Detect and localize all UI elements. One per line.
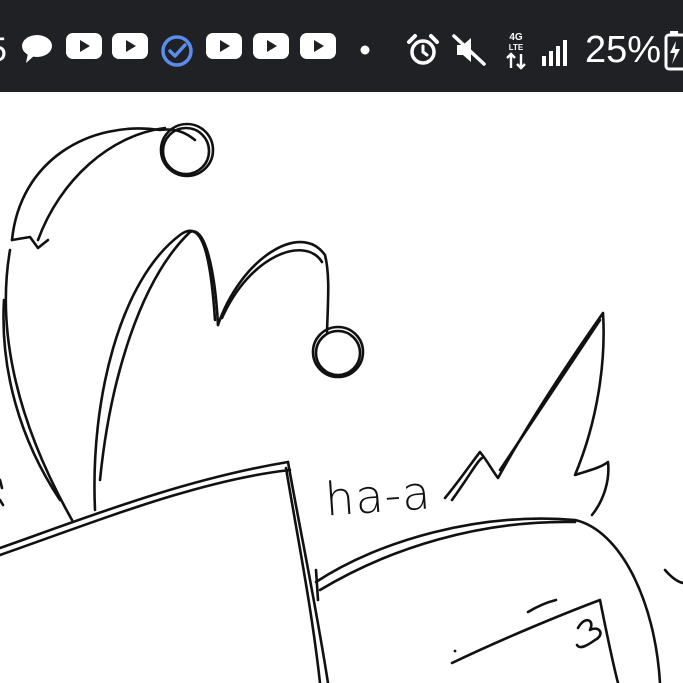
svg-text:4G: 4G bbox=[509, 32, 523, 43]
doodle-mark bbox=[575, 618, 602, 649]
chat-bubble-icon bbox=[22, 35, 52, 63]
lte-data-icon: 4G LTE bbox=[506, 32, 526, 70]
hat-left-peak-inner bbox=[36, 126, 167, 242]
hat-right-peak bbox=[216, 240, 330, 334]
hat-middle-peak bbox=[93, 229, 217, 512]
alarm-icon bbox=[407, 34, 439, 65]
status-clipped-number: 5 bbox=[0, 30, 7, 70]
hat-pom-top bbox=[159, 122, 215, 178]
svg-text:LTE: LTE bbox=[509, 43, 524, 52]
battery-charging-icon bbox=[664, 31, 683, 71]
battery-percent: 25% bbox=[585, 29, 662, 71]
sketch bbox=[0, 122, 683, 683]
youtube-icon bbox=[253, 33, 289, 59]
handwritten-text: ha-a bbox=[323, 465, 433, 527]
dot-icon bbox=[360, 45, 370, 55]
head-top bbox=[314, 517, 662, 683]
hat-pom-right bbox=[311, 325, 365, 379]
youtube-icon bbox=[66, 33, 102, 59]
youtube-icon bbox=[206, 33, 242, 59]
drawing-canvas[interactable]: ha-a bbox=[0, 92, 683, 683]
hat-left-notch bbox=[10, 235, 50, 250]
hat-left-side bbox=[4, 248, 74, 522]
youtube-icon bbox=[300, 33, 336, 59]
signal-icon bbox=[542, 40, 567, 66]
verified-check-icon bbox=[161, 35, 193, 67]
status-bar: 5 bbox=[0, 0, 683, 92]
stray-mark bbox=[663, 568, 683, 585]
hat-left-peak bbox=[10, 127, 197, 242]
box-edge-right bbox=[286, 460, 330, 683]
eyebrow-mark bbox=[526, 598, 558, 614]
muted-icon bbox=[452, 34, 486, 66]
youtube-icon bbox=[112, 33, 148, 59]
